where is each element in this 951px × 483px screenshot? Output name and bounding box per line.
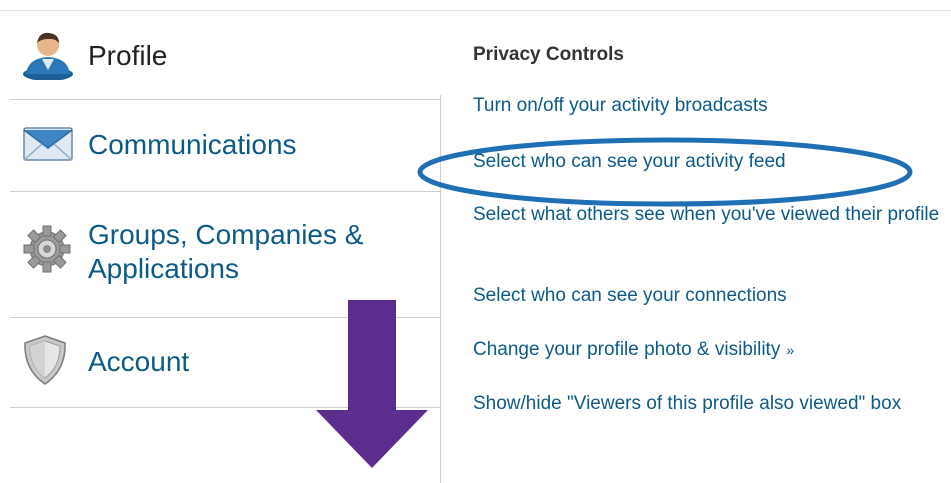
activity-broadcasts-link[interactable]: Turn on/off your activity broadcasts [473, 92, 943, 119]
double-chevron-icon: » [786, 342, 795, 358]
sidebar-item-profile[interactable]: Profile [0, 22, 440, 90]
sidebar-item-label: Groups, Companies & Applications [88, 219, 364, 284]
viewers-also-viewed-link[interactable]: Show/hide "Viewers of this profile also … [473, 390, 943, 417]
sidebar-item-label: Profile [88, 40, 168, 71]
profile-viewed-link[interactable]: Select what others see when you've viewe… [473, 201, 943, 228]
profile-photo-link-text: Change your profile photo & visibility [473, 339, 781, 360]
privacy-controls-heading: Privacy Controls [473, 44, 624, 65]
sidebar-item-communications[interactable]: Communications [0, 100, 440, 190]
gear-icon [23, 225, 71, 273]
activity-feed-link[interactable]: Select who can see your activity feed [473, 148, 943, 175]
user-profile-icon [23, 32, 73, 80]
down-arrow-icon [316, 300, 428, 468]
shield-icon [24, 335, 66, 385]
sidebar-item-groups-companies-applications[interactable]: Groups, Companies & Applications [0, 192, 440, 316]
sidebar-border [440, 95, 441, 483]
envelope-icon [23, 127, 73, 161]
sidebar-item-label: Account [88, 346, 190, 377]
profile-photo-visibility-link[interactable]: Change your profile photo & visibility » [473, 336, 943, 364]
sidebar-item-label: Communications [88, 129, 297, 160]
connections-visibility-link[interactable]: Select who can see your connections [473, 282, 943, 309]
